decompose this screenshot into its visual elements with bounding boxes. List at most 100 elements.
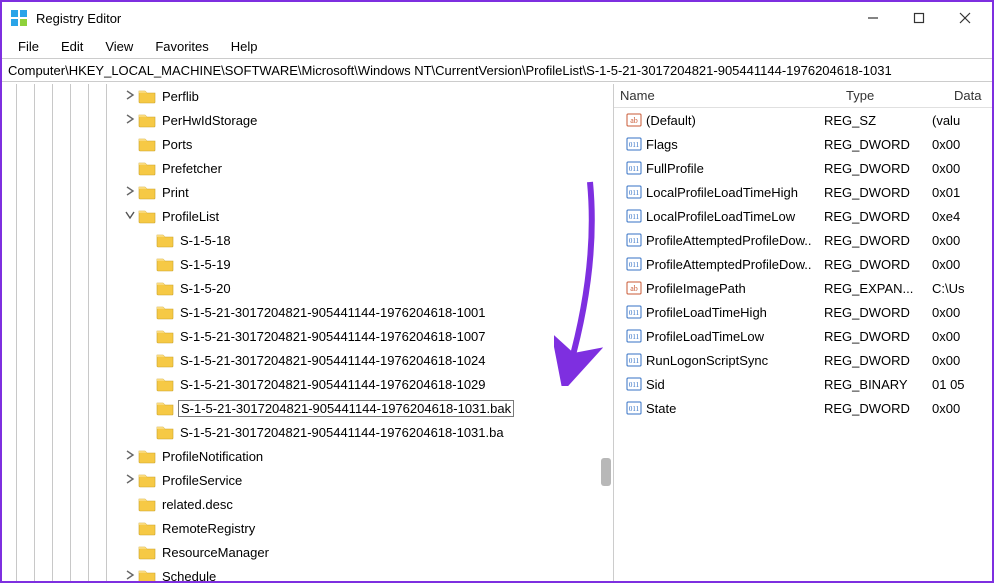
value-type: REG_SZ [818, 113, 926, 128]
svg-text:011: 011 [629, 261, 640, 269]
value-row[interactable]: 011StateREG_DWORD0x00 [614, 396, 992, 420]
tree-item[interactable]: Prefetcher [2, 156, 613, 180]
binary-value-icon: 011 [626, 232, 642, 248]
tree-scrollbar-thumb[interactable] [601, 458, 611, 486]
tree-item-label: Print [160, 185, 191, 200]
tree-item[interactable]: S-1-5-19 [2, 252, 613, 276]
value-name: 011Sid [614, 376, 818, 392]
value-row[interactable]: 011RunLogonScriptSyncREG_DWORD0x00 [614, 348, 992, 372]
value-name: 011LocalProfileLoadTimeHigh [614, 184, 818, 200]
binary-value-icon: 011 [626, 328, 642, 344]
value-type: REG_DWORD [818, 209, 926, 224]
value-name: 011FullProfile [614, 160, 818, 176]
value-name: 011State [614, 400, 818, 416]
tree-item-label: related.desc [160, 497, 235, 512]
tree-item[interactable]: ProfileService [2, 468, 613, 492]
tree-item[interactable]: S-1-5-21-3017204821-905441144-1976204618… [2, 324, 613, 348]
column-header-type[interactable]: Type [840, 86, 948, 105]
menu-help[interactable]: Help [221, 37, 268, 56]
tree-item-label: PerHwIdStorage [160, 113, 259, 128]
tree-item[interactable]: S-1-5-20 [2, 276, 613, 300]
value-row[interactable]: 011ProfileLoadTimeLowREG_DWORD0x00 [614, 324, 992, 348]
tree-item[interactable]: S-1-5-21-3017204821-905441144-1976204618… [2, 300, 613, 324]
value-name: 011ProfileAttemptedProfileDow.. [614, 256, 818, 272]
folder-icon [156, 304, 174, 320]
folder-icon [156, 400, 174, 416]
tree-item-label: Schedule [160, 569, 218, 582]
folder-icon [138, 520, 156, 536]
value-row[interactable]: 011ProfileAttemptedProfileDow..REG_DWORD… [614, 228, 992, 252]
value-data: 0x00 [926, 137, 992, 152]
tree-item[interactable]: S-1-5-21-3017204821-905441144-1976204618… [2, 348, 613, 372]
folder-icon [156, 232, 174, 248]
folder-icon [138, 496, 156, 512]
value-row[interactable]: 011FullProfileREG_DWORD0x00 [614, 156, 992, 180]
tree-item[interactable]: PerHwIdStorage [2, 108, 613, 132]
chevron-right-icon[interactable] [122, 90, 138, 103]
tree-item[interactable]: RemoteRegistry [2, 516, 613, 540]
folder-icon [138, 448, 156, 464]
folder-icon [138, 136, 156, 152]
tree-item[interactable]: Ports [2, 132, 613, 156]
tree-pane[interactable]: Perflib PerHwIdStorage PortsPrefetcher Prin… [2, 84, 614, 581]
close-button[interactable] [942, 3, 988, 33]
tree-item-label: Perflib [160, 89, 201, 104]
folder-icon [156, 424, 174, 440]
tree-item[interactable]: ProfileNotification [2, 444, 613, 468]
value-row[interactable]: 011SidREG_BINARY01 05 [614, 372, 992, 396]
value-type: REG_DWORD [818, 185, 926, 200]
tree-item[interactable]: Print [2, 180, 613, 204]
value-type: REG_EXPAN... [818, 281, 926, 296]
chevron-right-icon[interactable] [122, 570, 138, 582]
value-row[interactable]: abProfileImagePathREG_EXPAN...C:\Us [614, 276, 992, 300]
value-data: 0x00 [926, 353, 992, 368]
column-header-name[interactable]: Name [614, 86, 840, 105]
binary-value-icon: 011 [626, 256, 642, 272]
chevron-right-icon[interactable] [122, 186, 138, 199]
folder-icon [138, 472, 156, 488]
tree-item[interactable]: S-1-5-21-3017204821-905441144-1976204618… [2, 372, 613, 396]
tree-item[interactable]: S-1-5-21-3017204821-905441144-1976204618… [2, 396, 613, 420]
menu-edit[interactable]: Edit [51, 37, 93, 56]
value-row[interactable]: 011LocalProfileLoadTimeHighREG_DWORD0x01 [614, 180, 992, 204]
chevron-right-icon[interactable] [122, 450, 138, 463]
maximize-button[interactable] [896, 3, 942, 33]
chevron-right-icon[interactable] [122, 474, 138, 487]
tree-item[interactable]: S-1-5-18 [2, 228, 613, 252]
value-row[interactable]: 011ProfileAttemptedProfileDow..REG_DWORD… [614, 252, 992, 276]
column-header-data[interactable]: Data [948, 86, 992, 105]
svg-text:011: 011 [629, 405, 640, 413]
menu-favorites[interactable]: Favorites [145, 37, 218, 56]
chevron-down-icon[interactable] [122, 210, 138, 223]
value-row[interactable]: ab(Default)REG_SZ(valu [614, 108, 992, 132]
titlebar: Registry Editor [2, 2, 992, 34]
value-row[interactable]: 011FlagsREG_DWORD0x00 [614, 132, 992, 156]
values-body: ab(Default)REG_SZ(valu011FlagsREG_DWORD0… [614, 108, 992, 420]
tree-item-label: S-1-5-21-3017204821-905441144-1976204618… [178, 353, 488, 368]
minimize-button[interactable] [850, 3, 896, 33]
values-header: Name Type Data [614, 84, 992, 108]
values-pane[interactable]: Name Type Data ab(Default)REG_SZ(valu011… [614, 84, 992, 581]
tree-item[interactable]: ResourceManager [2, 540, 613, 564]
tree-item[interactable]: related.desc [2, 492, 613, 516]
value-row[interactable]: 011LocalProfileLoadTimeLowREG_DWORD0xe4 [614, 204, 992, 228]
value-name: ab(Default) [614, 112, 818, 128]
value-data: (valu [926, 113, 992, 128]
regedit-app-icon [10, 9, 28, 27]
tree-item[interactable]: Perflib [2, 84, 613, 108]
value-data: C:\Us [926, 281, 992, 296]
content-area: Perflib PerHwIdStorage PortsPrefetcher Prin… [2, 84, 992, 581]
tree-item[interactable]: Schedule [2, 564, 613, 581]
menu-file[interactable]: File [8, 37, 49, 56]
tree-item[interactable]: S-1-5-21-3017204821-905441144-1976204618… [2, 420, 613, 444]
tree-item[interactable]: ProfileList [2, 204, 613, 228]
svg-text:011: 011 [629, 333, 640, 341]
tree-item-label[interactable]: S-1-5-21-3017204821-905441144-1976204618… [178, 400, 514, 417]
address-bar[interactable]: Computer\HKEY_LOCAL_MACHINE\SOFTWARE\Mic… [2, 58, 992, 82]
svg-text:011: 011 [629, 189, 640, 197]
menu-view[interactable]: View [95, 37, 143, 56]
chevron-right-icon[interactable] [122, 114, 138, 127]
value-row[interactable]: 011ProfileLoadTimeHighREG_DWORD0x00 [614, 300, 992, 324]
value-type: REG_DWORD [818, 161, 926, 176]
svg-text:011: 011 [629, 213, 640, 221]
